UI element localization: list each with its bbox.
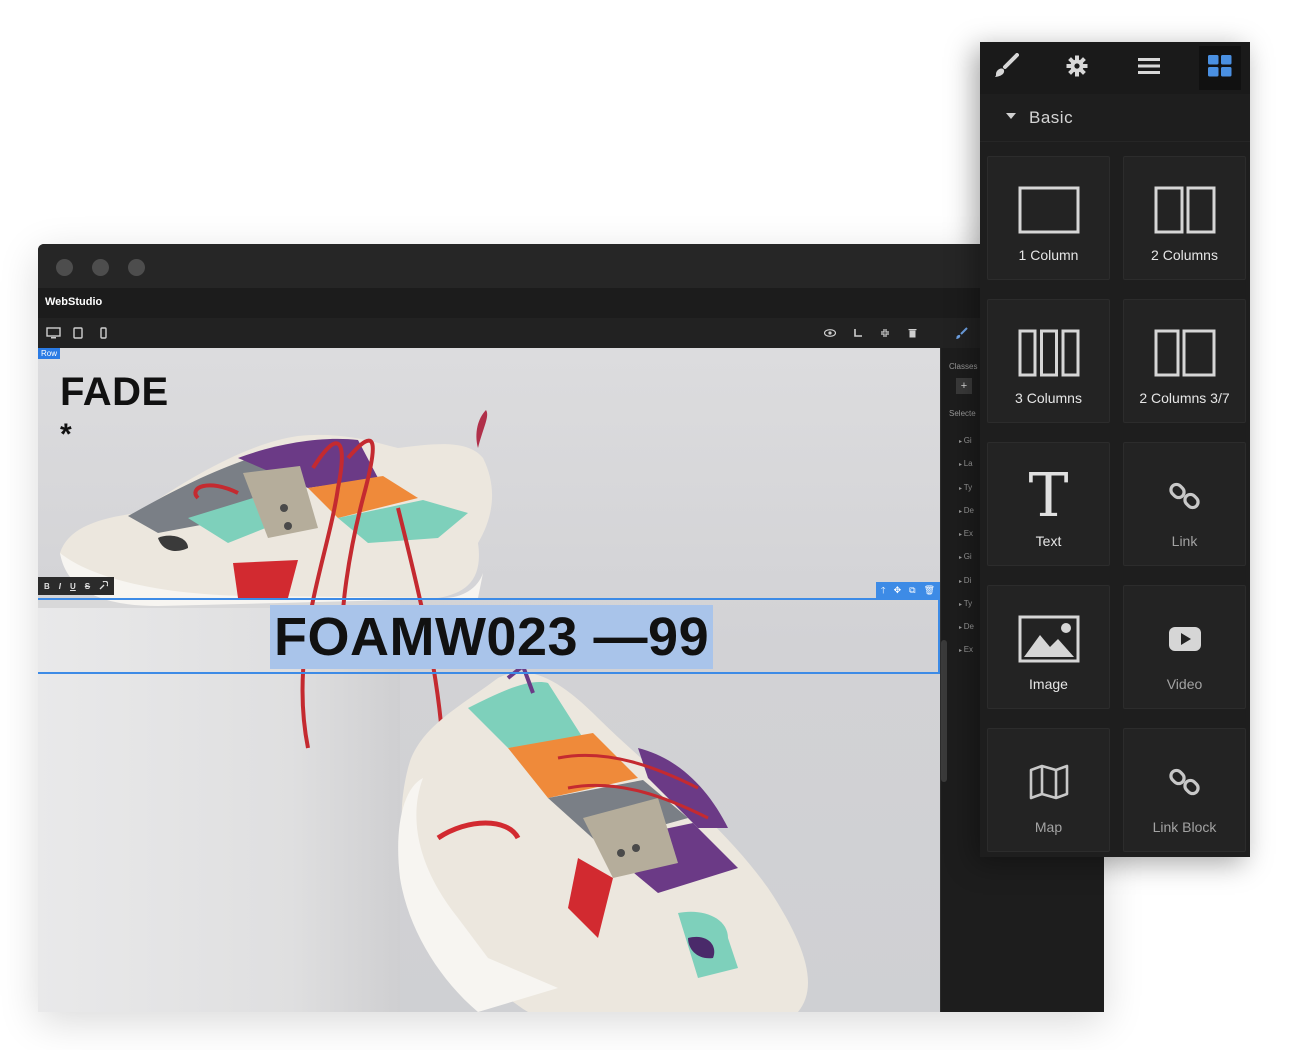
product-title-text[interactable]: FOAMW023 —99 — [270, 605, 714, 669]
italic-button[interactable]: I — [59, 582, 61, 591]
basic-category-header[interactable]: Basic — [980, 94, 1250, 142]
underline-button[interactable]: U — [70, 582, 76, 591]
delete-icon[interactable]: 🗑 — [924, 585, 935, 595]
three-columns-icon — [988, 318, 1109, 388]
lower-sneaker — [398, 662, 808, 1012]
preview-eye-icon[interactable] — [823, 326, 837, 340]
link-block-icon — [1124, 747, 1245, 817]
block-video[interactable]: Video — [1123, 585, 1246, 709]
block-image[interactable]: Image — [987, 585, 1110, 709]
style-sector-typography[interactable]: Ty — [959, 483, 972, 492]
style-scrollbar[interactable] — [941, 640, 947, 782]
style-manager-tab[interactable] — [985, 46, 1027, 90]
block-label: Image — [1029, 676, 1068, 692]
component-outline-icon[interactable] — [851, 326, 865, 340]
block-3-columns[interactable]: 3 Columns — [987, 299, 1110, 423]
style-sector-extra-2[interactable]: Ex — [959, 645, 973, 654]
window-minimize-button[interactable] — [92, 259, 109, 276]
clone-icon[interactable]: ⧉ — [909, 585, 915, 595]
block-label: Link — [1171, 533, 1198, 549]
window-titlebar — [38, 244, 1104, 288]
upper-sneaker — [60, 410, 493, 749]
caret-down-icon — [1006, 113, 1016, 119]
row-badge: Row — [38, 348, 61, 359]
block-label: 2 Columns — [1151, 247, 1218, 263]
block-label: 1 Column — [1018, 247, 1079, 263]
select-parent-icon[interactable]: 🡑 — [881, 585, 886, 595]
editor-toolbar — [38, 318, 1104, 348]
style-sector-general-2[interactable]: Gi — [959, 552, 972, 561]
page-canvas[interactable]: Row FADE * B I U S 🡑 ✥ ⧉ 🗑 FOAMW023 —99 — [38, 348, 940, 1012]
desktop-device-icon[interactable] — [45, 326, 61, 340]
block-label: 2 Columns 3/7 — [1139, 390, 1230, 406]
block-label: Video — [1166, 676, 1203, 692]
block-link-block[interactable]: Link Block — [1123, 728, 1246, 852]
page-heading[interactable]: FADE — [60, 370, 169, 415]
window-zoom-button[interactable] — [128, 259, 145, 276]
move-icon[interactable]: ✥ — [894, 585, 902, 595]
style-sector-decorations-2[interactable]: De — [959, 622, 974, 631]
tablet-device-icon[interactable] — [71, 326, 85, 340]
style-brush-icon[interactable] — [954, 326, 968, 340]
fullscreen-icon[interactable] — [878, 326, 892, 340]
two-columns-37-icon — [1124, 318, 1245, 388]
style-sector-layout[interactable]: La — [959, 459, 973, 468]
block-2-columns[interactable]: 2 Columns — [1123, 156, 1246, 280]
block-link[interactable]: Link — [1123, 442, 1246, 566]
layers-menu-icon — [1138, 57, 1160, 80]
basic-category-label: Basic — [1029, 108, 1074, 127]
block-label: 3 Columns — [1015, 390, 1082, 406]
style-sector-extra[interactable]: Ex — [959, 529, 973, 538]
trash-icon[interactable] — [905, 326, 919, 340]
sneakers-product-image[interactable] — [38, 348, 940, 1012]
map-icon — [988, 747, 1109, 817]
block-label: Link Block — [1152, 819, 1217, 835]
one-column-icon — [988, 175, 1109, 245]
block-manager-panel: Basic 1 Column 2 Columns 3 Columns 2 Col… — [980, 42, 1250, 857]
brush-icon — [993, 52, 1019, 84]
image-icon — [988, 604, 1109, 674]
text-icon: T — [1028, 461, 1069, 531]
selected-label: Selecte — [949, 409, 976, 418]
blocks-grid-icon — [1208, 54, 1232, 82]
settings-tab[interactable] — [1056, 46, 1098, 90]
style-sector-dimension[interactable]: Di — [959, 576, 972, 585]
mobile-device-icon[interactable] — [96, 326, 110, 340]
bold-button[interactable]: B — [44, 582, 50, 591]
window-close-button[interactable] — [56, 259, 73, 276]
block-map[interactable]: Map — [987, 728, 1110, 852]
app-brand: WebStudio — [45, 296, 103, 308]
block-2-columns-3-7[interactable]: 2 Columns 3/7 — [1123, 299, 1246, 423]
link-icon — [1124, 461, 1245, 531]
block-label: Map — [1034, 819, 1063, 835]
two-columns-icon — [1124, 175, 1245, 245]
block-text[interactable]: T Text — [987, 442, 1110, 566]
add-class-button[interactable]: + — [956, 378, 972, 394]
brand-bar: WebStudio — [38, 288, 1104, 318]
style-sector-typography-2[interactable]: Ty — [959, 599, 972, 608]
classes-label: Classes — [949, 362, 978, 371]
selection-toolbar: 🡑 ✥ ⧉ 🗑 — [875, 582, 940, 598]
style-sector-decorations[interactable]: De — [959, 506, 974, 515]
rich-text-toolbar: B I U S — [38, 577, 115, 595]
block-label: Text — [1035, 533, 1062, 549]
block-1-column[interactable]: 1 Column — [987, 156, 1110, 280]
video-icon — [1124, 604, 1245, 674]
gear-icon — [1066, 55, 1088, 82]
panel-tabs — [980, 42, 1250, 94]
layer-manager-tab[interactable] — [1128, 46, 1170, 90]
link-tool-icon[interactable] — [99, 580, 109, 592]
heading-asterisk[interactable]: * — [60, 418, 72, 452]
blocks-tab[interactable] — [1199, 46, 1241, 90]
strikethrough-button[interactable]: S — [85, 582, 90, 591]
editor-window: WebStudio Row FADE * B I U S 🡑 ✥ ⧉ 🗑 FOA… — [38, 244, 1104, 1012]
style-sector-general[interactable]: Gi — [959, 436, 972, 445]
